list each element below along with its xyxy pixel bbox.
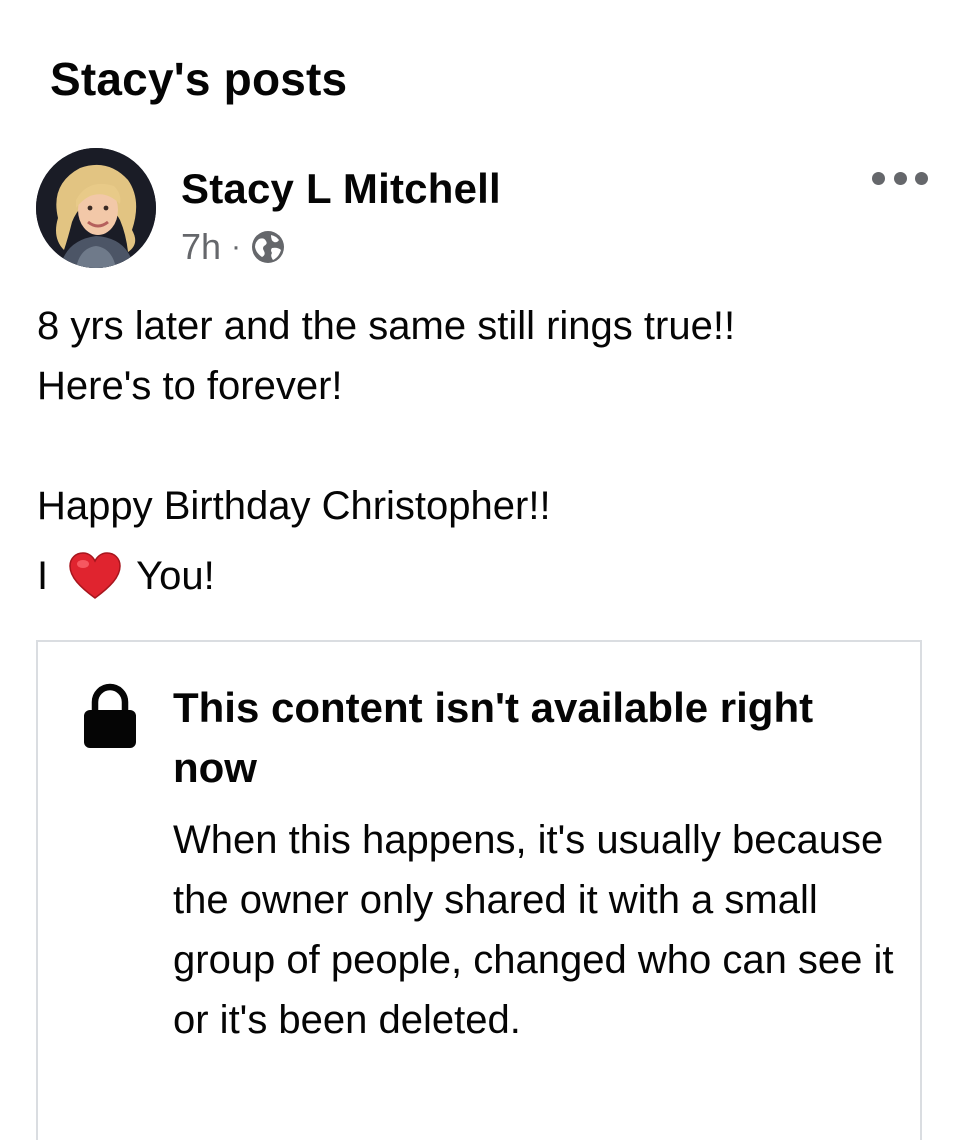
globe-icon[interactable] xyxy=(250,229,286,265)
unavailable-content-title: This content isn't available right now xyxy=(173,684,814,791)
post-timestamp[interactable]: 7h xyxy=(181,226,221,268)
page-title: Stacy's posts xyxy=(50,53,348,105)
lock-icon xyxy=(82,682,138,750)
post-meta: 7h · xyxy=(181,224,286,270)
post-text-line: 8 yrs later and the same still rings tru… xyxy=(37,304,736,348)
heart-line-after: You! xyxy=(136,553,215,598)
profile-photo xyxy=(36,148,156,268)
post-text-heart-line: I You! xyxy=(37,546,215,606)
more-options-button[interactable] xyxy=(872,160,928,196)
more-horizontal-icon xyxy=(872,171,885,185)
author-name[interactable]: Stacy L Mitchell xyxy=(181,163,501,215)
heart-icon xyxy=(68,551,122,601)
avatar[interactable] xyxy=(36,148,156,268)
post-text-line: Happy Birthday Christopher!! xyxy=(37,484,551,528)
meta-separator: · xyxy=(231,230,242,263)
post-text-line: Here's to forever! xyxy=(37,364,343,408)
heart-line-before: I xyxy=(37,553,49,598)
unavailable-content-body: When this happens, it's usually because … xyxy=(173,818,894,1042)
